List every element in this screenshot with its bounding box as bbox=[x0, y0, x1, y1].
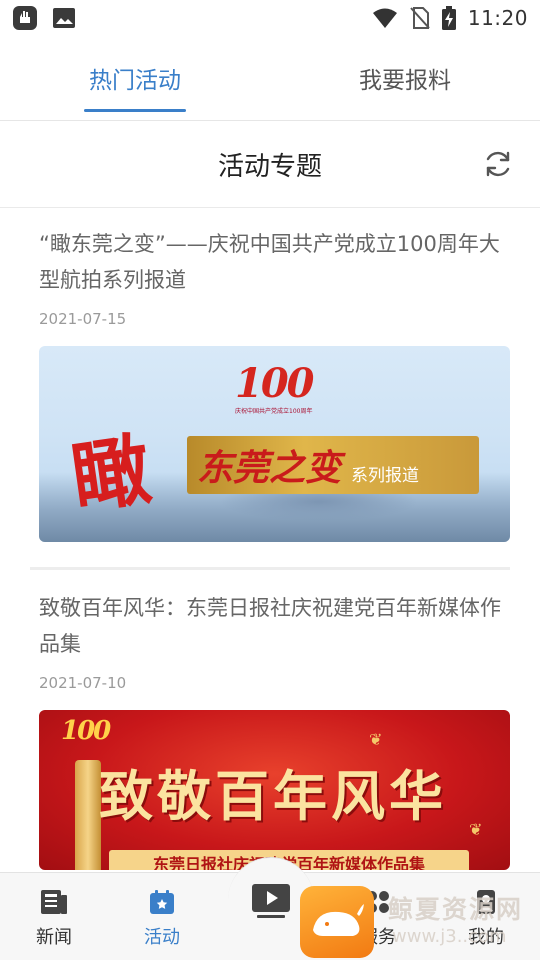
app-notification-icon bbox=[13, 6, 37, 30]
nav-activities-label: 活动 bbox=[144, 927, 180, 948]
section-header: 活动专题 bbox=[0, 122, 540, 208]
section-title: 活动专题 bbox=[217, 152, 322, 182]
watermark: 鲸夏资源网 www.j3..com bbox=[300, 886, 540, 960]
image-icon bbox=[53, 8, 75, 28]
cover-banner-subtitle: 系列报道 bbox=[351, 465, 420, 486]
huabiao-pillar bbox=[75, 760, 101, 870]
cover-main-title: 致敬百年风华 bbox=[99, 764, 447, 828]
article-card[interactable]: 致敬百年风华：东莞日报社庆祝建党百年新媒体作品集 2021-07-10 100 … bbox=[39, 590, 510, 870]
tab-hot-activities[interactable]: 热门活动 bbox=[0, 36, 270, 120]
newspaper-icon bbox=[41, 890, 67, 914]
cover-banner-title: 东莞之变 bbox=[197, 447, 342, 489]
article-cover-image[interactable]: 100 致敬百年风华 ❦ ❦ 东莞日报社庆祝建党百年新媒体作品集 bbox=[39, 710, 510, 870]
cover-banner: 东莞之变 系列报道 bbox=[187, 436, 479, 494]
video-play-icon bbox=[252, 883, 290, 918]
card-divider bbox=[30, 567, 510, 570]
article-card[interactable]: “瞰东莞之变”——庆祝中国共产党成立100周年大型航拍系列报道 2021-07-… bbox=[39, 226, 510, 542]
watermark-url: www.j3..com bbox=[392, 926, 507, 947]
refresh-icon[interactable] bbox=[482, 148, 514, 180]
whale-logo-icon bbox=[300, 886, 374, 958]
article-title[interactable]: “瞰东莞之变”——庆祝中国共产党成立100周年大型航拍系列报道 bbox=[39, 226, 510, 298]
article-title[interactable]: 致敬百年风华：东莞日报社庆祝建党百年新媒体作品集 bbox=[39, 590, 510, 662]
calendar-star-icon bbox=[150, 890, 174, 914]
top-tab-bar: 热门活动 我要报料 bbox=[0, 36, 540, 121]
article-date: 2021-07-10 bbox=[39, 674, 127, 692]
watermark-text: 鲸夏资源网 bbox=[388, 895, 524, 924]
cover-big-character: 瞰 bbox=[65, 423, 156, 525]
battery-charging-icon bbox=[441, 6, 456, 30]
nav-activities[interactable]: 活动 bbox=[108, 873, 216, 960]
dove-icon: ❦ bbox=[469, 820, 483, 839]
tab-submit-tip[interactable]: 我要报料 bbox=[270, 36, 540, 120]
status-bar: 11:20 bbox=[0, 0, 540, 36]
article-cover-image[interactable]: 100 庆祝中国共产党成立100周年 瞰 东莞之变 系列报道 bbox=[39, 346, 510, 542]
centenary-badge-subtitle: 庆祝中国共产党成立100周年 bbox=[235, 408, 313, 415]
wifi-icon bbox=[372, 8, 397, 28]
centenary-badge: 100 bbox=[235, 360, 314, 407]
dove-icon: ❦ bbox=[369, 730, 383, 749]
nav-news-label: 新闻 bbox=[36, 927, 72, 948]
no-sim-icon bbox=[410, 7, 430, 29]
article-date: 2021-07-15 bbox=[39, 310, 127, 328]
clock: 11:20 bbox=[467, 6, 528, 30]
whale-icon bbox=[313, 904, 364, 936]
centenary-badge: 100 bbox=[61, 716, 111, 746]
nav-news[interactable]: 新闻 bbox=[0, 873, 108, 960]
